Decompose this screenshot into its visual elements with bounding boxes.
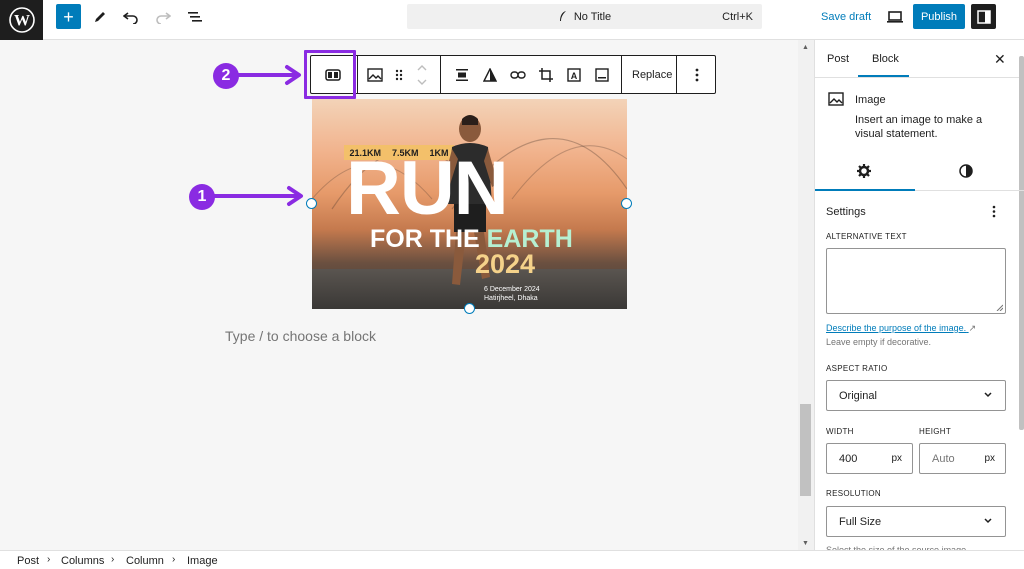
external-link-icon: ↗ <box>968 323 977 333</box>
breadcrumb-item[interactable]: Post <box>17 555 39 567</box>
chevron-down-icon <box>984 392 992 398</box>
resolution-value: Full Size <box>839 515 882 528</box>
subline-part-1: FOR THE <box>370 225 487 253</box>
arrow-2-icon <box>236 65 301 85</box>
breadcrumb-item[interactable]: Column <box>126 555 164 567</box>
event-year: 2024 <box>475 249 536 279</box>
resolution-select[interactable]: Full Size <box>826 506 1006 537</box>
aspect-ratio-label: ASPECT RATIO <box>826 364 888 373</box>
tab-block[interactable]: Block <box>872 53 899 65</box>
event-date: 6 December 2024 <box>484 286 540 293</box>
resolution-label: RESOLUTION <box>826 489 882 498</box>
gear-icon[interactable] <box>857 164 871 178</box>
block-card-title: Image <box>855 94 886 106</box>
block-appender-placeholder[interactable]: Type / to choose a block <box>225 328 376 344</box>
width-label: WIDTH <box>826 427 854 436</box>
settings-options-icon[interactable] <box>992 205 996 218</box>
event-location: Hatirjheel, Dhaka <box>484 295 538 303</box>
tab-post[interactable]: Post <box>827 53 849 65</box>
badge-1: 1 <box>189 184 215 210</box>
resize-handle-bottom[interactable] <box>464 303 475 314</box>
badge-2: 2 <box>213 63 239 89</box>
chevron-right-icon: › <box>47 554 51 565</box>
selected-image-block[interactable]: 21.1KM 7.5KM 1KM RUN FOR THE EARTH 2024 … <box>312 99 627 309</box>
height-input[interactable]: Auto px <box>919 443 1006 474</box>
styles-icon[interactable] <box>959 164 973 178</box>
width-input[interactable]: 400 px <box>826 443 913 474</box>
resize-handle-right[interactable] <box>621 198 632 209</box>
aspect-ratio-value: Original <box>839 389 877 402</box>
event-details: 6 December 2024 Hatirjheel, Dhaka <box>484 285 540 303</box>
chevron-down-icon <box>984 518 992 524</box>
block-card-description: Insert an image to make a visual stateme… <box>855 114 983 141</box>
resize-grip-icon[interactable] <box>996 304 1003 311</box>
alt-help-link-text: Describe the purpose of the image. <box>826 323 967 333</box>
height-placeholder: Auto <box>932 452 955 465</box>
breadcrumb-item[interactable]: Columns <box>61 555 104 567</box>
chevron-right-icon: › <box>111 554 115 565</box>
active-tab-indicator <box>858 75 909 77</box>
settings-panel-title: Settings <box>826 206 866 218</box>
alt-text-input[interactable] <box>826 248 1006 314</box>
resize-handle-left[interactable] <box>306 198 317 209</box>
breadcrumb-item: Image <box>187 555 218 567</box>
width-value: 400 <box>839 452 858 465</box>
sidebar-scrollbar[interactable] <box>1019 56 1024 430</box>
alt-text-help: Leave empty if decorative. <box>826 337 932 347</box>
alt-text-help-link[interactable]: Describe the purpose of the image. ↗ <box>826 323 976 334</box>
height-label: HEIGHT <box>919 427 952 436</box>
arrow-1-icon <box>211 186 303 206</box>
alt-text-label: ALTERNATIVE TEXT <box>826 232 907 241</box>
close-icon[interactable]: ✕ <box>994 51 1006 68</box>
width-unit[interactable]: px <box>891 453 902 464</box>
settings-tab-indicator <box>815 189 915 191</box>
aspect-ratio-select[interactable]: Original <box>826 380 1006 411</box>
headline-run: RUN <box>346 146 509 231</box>
image-block-icon <box>828 92 844 106</box>
editor-root: W + No Title Ctrl+K Save draft Publish ▲… <box>0 0 1024 569</box>
breadcrumb: Post › Columns › Column › Image <box>0 550 1024 569</box>
chevron-right-icon: › <box>172 554 176 565</box>
height-unit[interactable]: px <box>984 453 995 464</box>
headline-for-the-earth: FOR THE EARTH <box>370 227 573 252</box>
sidebar-tabs: Post Block <box>815 40 1024 78</box>
